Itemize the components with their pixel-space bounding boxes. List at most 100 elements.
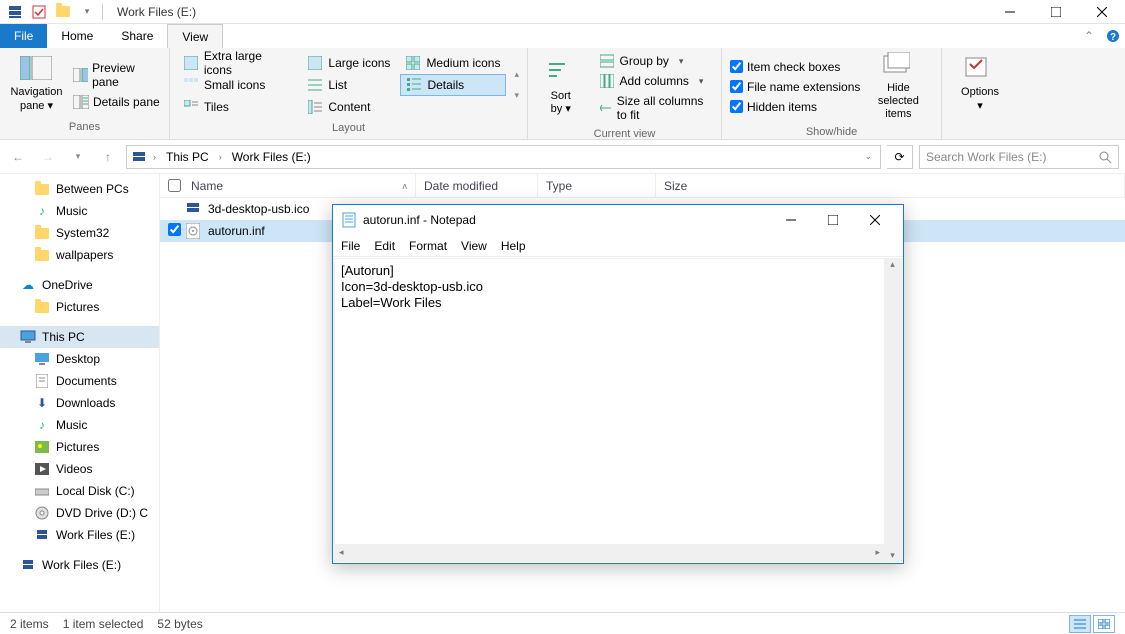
column-date-modified[interactable]: Date modified	[416, 174, 538, 197]
search-input[interactable]: Search Work Files (E:)	[919, 145, 1119, 169]
qat-dropdown-icon[interactable]: ▾	[78, 3, 96, 21]
sidebar-item-desktop[interactable]: Desktop	[0, 348, 159, 370]
sidebar-item-dvd-drive[interactable]: DVD Drive (D:) C	[0, 502, 159, 524]
properties-check-icon[interactable]	[30, 3, 48, 21]
sidebar-item-videos[interactable]: Videos	[0, 458, 159, 480]
minimize-button[interactable]	[987, 0, 1033, 24]
notepad-menu-view[interactable]: View	[461, 239, 487, 253]
sidebar-item-downloads[interactable]: ⬇Downloads	[0, 392, 159, 414]
sidebar-item-work-files[interactable]: Work Files (E:)	[0, 524, 159, 546]
file-checkbox[interactable]	[168, 223, 181, 236]
layout-details[interactable]: Details	[400, 74, 506, 96]
status-selected-size: 52 bytes	[157, 617, 202, 631]
layout-scroll-down-icon[interactable]: ▾	[514, 90, 519, 101]
sort-by-button[interactable]: Sort by ▾	[536, 60, 586, 116]
size-columns-button[interactable]: Size all columns to fit	[594, 92, 713, 124]
maximize-button[interactable]	[1033, 0, 1079, 24]
drive-icon	[131, 149, 147, 165]
notepad-close-button[interactable]	[855, 206, 895, 234]
forward-button[interactable]: →	[36, 145, 60, 169]
refresh-button[interactable]: ⟳	[887, 145, 913, 169]
item-check-boxes-toggle[interactable]: Item check boxes	[730, 58, 860, 76]
sidebar-item-onedrive[interactable]: ☁OneDrive	[0, 274, 159, 296]
folder-icon[interactable]	[54, 3, 72, 21]
view-details-button[interactable]	[1069, 615, 1091, 633]
sidebar-item-local-disk-c[interactable]: Local Disk (C:)	[0, 480, 159, 502]
notepad-maximize-button[interactable]	[813, 206, 853, 234]
notepad-window[interactable]: autorun.inf - Notepad File Edit Format V…	[332, 204, 904, 564]
file-name-extensions-toggle[interactable]: File name extensions	[730, 78, 860, 96]
back-button[interactable]: ←	[6, 145, 30, 169]
tab-share[interactable]: Share	[107, 24, 167, 48]
layout-small[interactable]: Small icons	[178, 74, 298, 96]
sidebar-item-music[interactable]: ♪Music	[0, 200, 159, 222]
sidebar-item-onedrive-pictures[interactable]: Pictures	[0, 296, 159, 318]
tab-file[interactable]: File	[0, 24, 47, 48]
sidebar-item-between-pcs[interactable]: Between PCs	[0, 178, 159, 200]
tab-home[interactable]: Home	[47, 24, 107, 48]
scroll-right-icon[interactable]: ▸	[875, 547, 880, 558]
column-type[interactable]: Type	[538, 174, 656, 197]
notepad-menu-help[interactable]: Help	[501, 239, 526, 253]
ico-file-icon	[184, 201, 202, 217]
options-button[interactable]: Options▾	[950, 56, 1010, 112]
chevron-right-icon[interactable]: ›	[149, 152, 160, 162]
column-size[interactable]: Size	[656, 174, 1125, 197]
help-icon[interactable]: ?	[1101, 24, 1125, 48]
select-all-checkbox[interactable]	[168, 179, 181, 192]
layout-extra-large[interactable]: Extra large icons	[178, 52, 298, 74]
layout-large[interactable]: Large icons	[302, 52, 396, 74]
ribbon-tabs: File Home Share View ⌃ ?	[0, 24, 1125, 48]
notepad-vertical-scrollbar[interactable]: ▴▾	[884, 259, 901, 561]
hide-selected-button[interactable]: Hide selected items	[868, 52, 928, 122]
preview-pane-button[interactable]: Preview pane	[73, 59, 161, 91]
sidebar-item-pictures[interactable]: Pictures	[0, 436, 159, 458]
hidden-items-toggle[interactable]: Hidden items	[730, 98, 860, 116]
collapse-ribbon-icon[interactable]: ⌃	[1077, 24, 1101, 48]
ribbon: Navigation pane ▾ Preview pane Details p…	[0, 48, 1125, 140]
layout-scroll-up-icon[interactable]: ▴	[514, 69, 519, 80]
status-item-count: 2 items	[10, 617, 49, 631]
layout-tiles[interactable]: Tiles	[178, 96, 298, 118]
sidebar-item-system32[interactable]: System32	[0, 222, 159, 244]
notepad-text-area[interactable]: [Autorun] Icon=3d-desktop-usb.ico Label=…	[334, 258, 902, 562]
sidebar-item-wallpapers[interactable]: wallpapers	[0, 244, 159, 266]
notepad-title: autorun.inf - Notepad	[357, 213, 771, 227]
scroll-down-icon[interactable]: ▾	[890, 550, 895, 561]
tab-view[interactable]: View	[167, 24, 223, 48]
app-icon[interactable]	[6, 3, 24, 21]
details-pane-button[interactable]: Details pane	[73, 93, 161, 111]
details-pane-label: Details pane	[93, 95, 160, 109]
group-by-button[interactable]: Group by	[594, 52, 713, 70]
notepad-minimize-button[interactable]	[771, 206, 811, 234]
sidebar-item-work-files-root[interactable]: Work Files (E:)	[0, 554, 159, 576]
navigation-pane-button[interactable]: Navigation pane ▾	[8, 56, 65, 112]
breadcrumb[interactable]: › This PC › Work Files (E:) ⌄	[126, 145, 881, 169]
chevron-right-icon[interactable]: ›	[215, 152, 226, 162]
scroll-up-icon[interactable]: ▴	[890, 259, 895, 270]
address-dropdown-icon[interactable]: ⌄	[860, 151, 876, 162]
sidebar-item-music[interactable]: ♪Music	[0, 414, 159, 436]
recent-dropdown-icon[interactable]: ▾	[66, 145, 90, 169]
layout-content[interactable]: Content	[302, 96, 396, 118]
close-button[interactable]	[1079, 0, 1125, 24]
add-columns-button[interactable]: Add columns	[594, 72, 713, 90]
column-name[interactable]: Nameʌ	[160, 174, 416, 197]
notepad-menu-file[interactable]: File	[341, 239, 360, 253]
view-thumbnails-button[interactable]	[1093, 615, 1115, 633]
layout-list[interactable]: List	[302, 74, 396, 96]
notepad-menu-edit[interactable]: Edit	[374, 239, 395, 253]
inf-file-icon	[184, 223, 202, 239]
layout-medium[interactable]: Medium icons	[400, 52, 506, 74]
notepad-title-bar[interactable]: autorun.inf - Notepad	[333, 205, 903, 235]
sidebar-item-this-pc[interactable]: This PC	[0, 326, 159, 348]
breadcrumb-drive[interactable]: Work Files (E:)	[228, 150, 315, 164]
notepad-menu-format[interactable]: Format	[409, 239, 447, 253]
breadcrumb-this-pc[interactable]: This PC	[162, 150, 213, 164]
file-name: 3d-desktop-usb.ico	[202, 202, 309, 216]
scroll-left-icon[interactable]: ◂	[339, 547, 344, 558]
notepad-horizontal-scrollbar[interactable]: ◂▸	[335, 544, 884, 561]
sidebar-item-documents[interactable]: Documents	[0, 370, 159, 392]
up-button[interactable]: ↑	[96, 145, 120, 169]
options-label: Options	[961, 86, 999, 98]
